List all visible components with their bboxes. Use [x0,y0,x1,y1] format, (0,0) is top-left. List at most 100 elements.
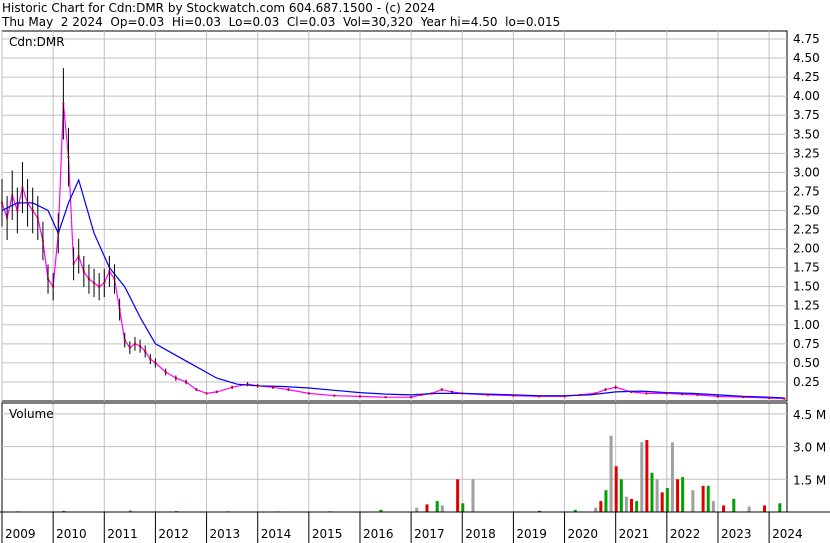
price-tick-label: 2.50 [793,203,820,217]
price-tick-label: 4.00 [793,89,820,103]
x-tick-label: 2012 [158,527,189,541]
volume-bar [676,479,680,512]
volume-bar [670,442,674,512]
price-close-marker [215,390,218,393]
price-close-marker [133,342,136,345]
volume-bar [609,435,613,512]
volume-bar [711,501,715,512]
price-close-marker [742,396,745,399]
volume-bar [645,440,649,512]
price-panel-title: Cdn:DMR [9,35,65,49]
price-close-marker [333,394,336,397]
price-close-marker [461,392,464,395]
volume-bar [456,479,460,512]
volume-panel: 1.5 M 3.0 M 4.5 M Volume [1,402,826,513]
volume-bar [630,498,634,512]
price-close-marker [11,194,14,197]
price-tick-label: 2.00 [793,242,820,256]
price-close-marker [21,186,24,189]
price-tick-label: 0.75 [793,337,820,351]
volume-bar [691,490,695,512]
x-axis: 2009 2010 2011 2012 2013 2014 2015 2016 2017 2018… [0,511,830,543]
price-close-marker [57,232,60,235]
x-tick-label: 2021 [619,527,650,541]
price-close-marker [537,395,540,398]
price-tick-label: 2.75 [793,184,820,198]
price-close-marker [604,388,607,391]
price-close-marker [768,396,771,399]
volume-panel-frame [1,402,788,513]
price-close-marker [103,281,106,284]
price-close-marker [144,350,147,353]
price-close-marker [307,392,310,395]
price-close-marker [6,217,9,220]
price-close-marker [174,377,177,380]
volume-bar [701,485,705,512]
price-close-marker [451,390,454,393]
x-tick-label: 2010 [56,527,87,541]
volume-bar [425,504,429,512]
price-close-marker [113,278,116,281]
price-close-marker [440,388,443,391]
volume-bar [640,442,644,512]
price-tick-label: 0.25 [793,375,820,389]
price-close-marker [358,395,361,398]
price-close-marker [716,395,719,398]
price-close-marker [16,209,19,212]
price-close-marker [384,396,387,399]
x-tick-label: 2013 [210,527,241,541]
price-tick-label: 3.75 [793,108,820,122]
price-close-marker [246,383,249,386]
x-tick-label: 2024 [772,527,803,541]
volume-bar [594,507,598,512]
price-close-marker [67,156,70,159]
price-close-marker [594,392,597,395]
volume-tick-label: 1.5 M [793,473,826,487]
price-tick-label: 1.25 [793,299,820,313]
price-close-marker [82,270,85,273]
price-close-marker [164,371,167,374]
volume-bar [415,507,419,512]
price-tick-label: 1.75 [793,261,820,275]
volume-bar [599,501,603,512]
price-close-marker [645,392,648,395]
price-close-marker [681,393,684,396]
price-close-marker [783,397,786,400]
stock-chart: 0.25 0.50 0.75 1.00 1.25 1.50 1.75 2.00 2.25 2.50… [0,30,830,543]
price-tick-label: 3.00 [793,165,820,179]
price-close-marker [512,394,515,397]
x-tick-label: 2017 [414,527,445,541]
volume-bar [681,477,685,512]
price-close-marker [420,393,423,396]
volume-bar [706,485,710,512]
volume-bar [614,466,618,512]
x-tick-label: 2019 [516,527,547,541]
price-close-marker [630,390,633,393]
price-close-marker [118,308,121,311]
volume-bar [665,488,669,512]
x-tick-label: 2022 [670,527,701,541]
price-close-marker [272,386,275,389]
price-close-marker [231,386,234,389]
price-close-marker [62,102,65,105]
x-tick-label: 2011 [107,527,138,541]
price-close-marker [205,392,208,395]
volume-bar [471,479,475,512]
price-close-marker [665,392,668,395]
price-panel-frame [1,30,788,402]
x-tick-label: 2009 [5,527,36,541]
price-close-marker [41,239,44,242]
price-close-marker [195,388,198,391]
price-close-marker [98,285,101,288]
volume-bar [660,492,664,512]
price-close-marker [185,380,188,383]
volume-bar [635,501,639,512]
price-close-marker [614,386,617,389]
price-tick-label: 2.25 [793,223,820,237]
price-close-marker [287,388,290,391]
price-close-marker [154,361,157,364]
x-tick-label: 2016 [363,527,394,541]
x-tick-label: 2020 [568,527,599,541]
price-tick-label: 0.50 [793,356,820,370]
volume-bar [650,472,654,512]
